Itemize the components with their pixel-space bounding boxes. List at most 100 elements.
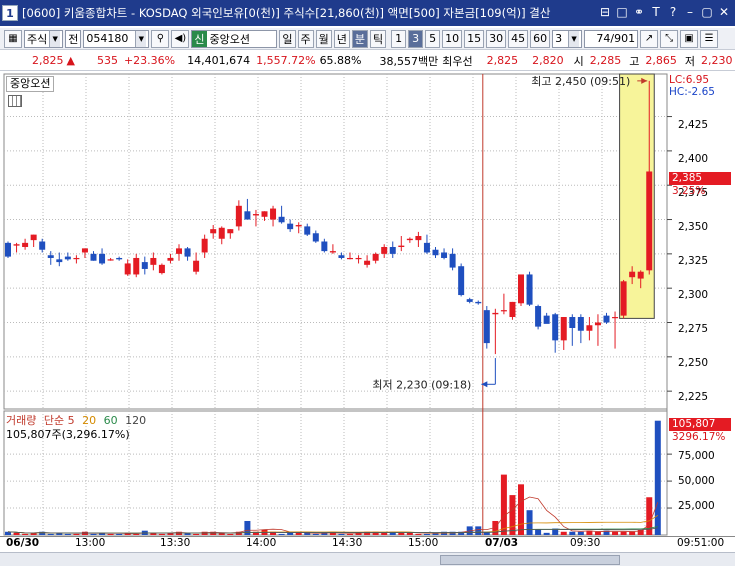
candle-body [535, 306, 542, 327]
sound-icon[interactable]: ◀) [171, 29, 190, 48]
market-select[interactable]: 주식 ▼ [24, 29, 64, 48]
period-week[interactable]: 주 [297, 29, 314, 48]
link-icon[interactable]: ⚭ [632, 4, 646, 20]
candle-body [141, 262, 148, 269]
candle-body [492, 312, 499, 315]
candle-body [287, 223, 294, 230]
period-day[interactable]: 일 [279, 29, 296, 48]
volume-bar [381, 532, 388, 535]
settings-icon[interactable]: ☰ [700, 29, 719, 48]
volume-bar [518, 484, 524, 535]
scrollbar-thumb[interactable] [440, 555, 620, 565]
stock-code-value: 054180 [86, 32, 129, 45]
text-icon[interactable]: T [649, 4, 663, 20]
period-year[interactable]: 년 [333, 29, 350, 48]
interval-10[interactable]: 10 [442, 29, 463, 48]
volume-bar [577, 531, 584, 535]
title-bar: 1 [0600] 키움종합차트 - KOSDAQ 외국인보유[0(천)] 주식수… [0, 0, 735, 26]
interval-5[interactable]: 5 [425, 29, 441, 48]
lc-value: LC:6.95 [669, 74, 710, 86]
volume-bar [500, 474, 507, 535]
candle-body [509, 301, 516, 318]
candle-body [620, 281, 627, 316]
stock-name-field[interactable]: 신 중앙오션 [191, 29, 278, 48]
candle-body [364, 260, 371, 265]
candle-body [304, 226, 311, 235]
candle-body [133, 257, 140, 275]
volume-bar [90, 533, 97, 535]
custom-interval-select[interactable]: 3 ▼ [552, 29, 583, 48]
restore-icon[interactable]: ⊟ [598, 4, 612, 20]
maximize-icon[interactable]: ▢ [700, 4, 714, 20]
chart-grid-icon[interactable]: ▦ [4, 29, 22, 48]
volume-value-line: 105,807주(3,296.17%) [6, 428, 130, 441]
page-count-field[interactable]: 74/901 [584, 29, 639, 48]
page-count-value: 74/901 [596, 32, 636, 45]
price-tick: 2,250 [678, 357, 708, 369]
time-label: 15:00 [408, 537, 439, 549]
interval-15[interactable]: 15 [464, 29, 485, 48]
stock-code-input[interactable]: 054180 ▼ [83, 29, 150, 48]
candle-body [201, 238, 208, 253]
volume-bar [22, 533, 29, 535]
price-tick: 2,225 [678, 391, 708, 403]
period-minute[interactable]: 분 [351, 29, 368, 48]
chevron-down-icon[interactable]: ▼ [568, 30, 580, 47]
chevron-down-icon[interactable]: ▼ [135, 30, 147, 47]
candle-body [372, 253, 379, 261]
current-volume-pct: 3296.17% [672, 431, 726, 443]
low-price: 2,230 [701, 54, 733, 67]
close-icon[interactable]: ✕ [717, 4, 731, 20]
volume-bar [594, 531, 601, 535]
interval-45[interactable]: 45 [508, 29, 529, 48]
volume-bar [73, 533, 80, 535]
interval-30[interactable]: 30 [486, 29, 507, 48]
help-icon[interactable]: ? [666, 4, 680, 20]
volume-bar [64, 533, 71, 535]
volume-bar [629, 531, 636, 535]
candle-body [107, 259, 114, 261]
volume-bar [227, 533, 234, 535]
candle-body [81, 248, 88, 253]
drawing-tool-icon[interactable]: ↗ [640, 29, 659, 48]
window-icon[interactable]: □ [615, 4, 629, 20]
minimize-icon[interactable]: – [683, 4, 697, 20]
candle-body [210, 229, 217, 234]
interval-3[interactable]: 3 [408, 29, 424, 48]
price-chart[interactable]: 최고 2,450 (09:51) 최저 2,230 (09:18) 2,425 … [0, 72, 735, 566]
candle-body [176, 248, 182, 254]
chart-scrollbar[interactable] [0, 552, 735, 566]
interval-1[interactable]: 1 [391, 29, 407, 48]
chevron-down-icon[interactable]: ▼ [49, 30, 61, 47]
table-icon[interactable] [8, 95, 22, 107]
candle-body [458, 266, 465, 296]
volume-bar [133, 533, 140, 535]
period-type-select[interactable]: 전 [65, 29, 82, 48]
candle-body [329, 251, 336, 253]
limit-info: LC:6.95 HC:-2.65 [669, 74, 715, 98]
interval-60[interactable]: 60 [530, 29, 551, 48]
save-icon[interactable]: ▣ [680, 29, 699, 48]
price-tick: 2,400 [678, 153, 708, 165]
compare-icon[interactable]: ⤡ [660, 29, 679, 48]
time-label: 14:30 [332, 537, 363, 549]
period-month[interactable]: 월 [315, 29, 332, 48]
volume-bar [312, 533, 319, 535]
search-icon[interactable]: ⚲ [151, 29, 170, 48]
candle-body [646, 171, 653, 271]
candle-body [577, 317, 584, 331]
time-label: 13:30 [160, 537, 191, 549]
candle-body [543, 315, 550, 324]
candle-body [612, 317, 619, 319]
candle-body [158, 264, 165, 274]
candle-body [398, 245, 405, 247]
new-badge: 신 [192, 30, 207, 47]
volume-bar [338, 533, 345, 535]
volume-bar [193, 533, 200, 535]
volume-tick: 25,000 [678, 500, 715, 512]
volume-bar [347, 533, 353, 535]
volume-bar [569, 531, 576, 535]
period-tick[interactable]: 틱 [370, 29, 387, 48]
price-tick: 2,350 [678, 221, 708, 233]
hc-value: HC:-2.65 [669, 86, 715, 98]
